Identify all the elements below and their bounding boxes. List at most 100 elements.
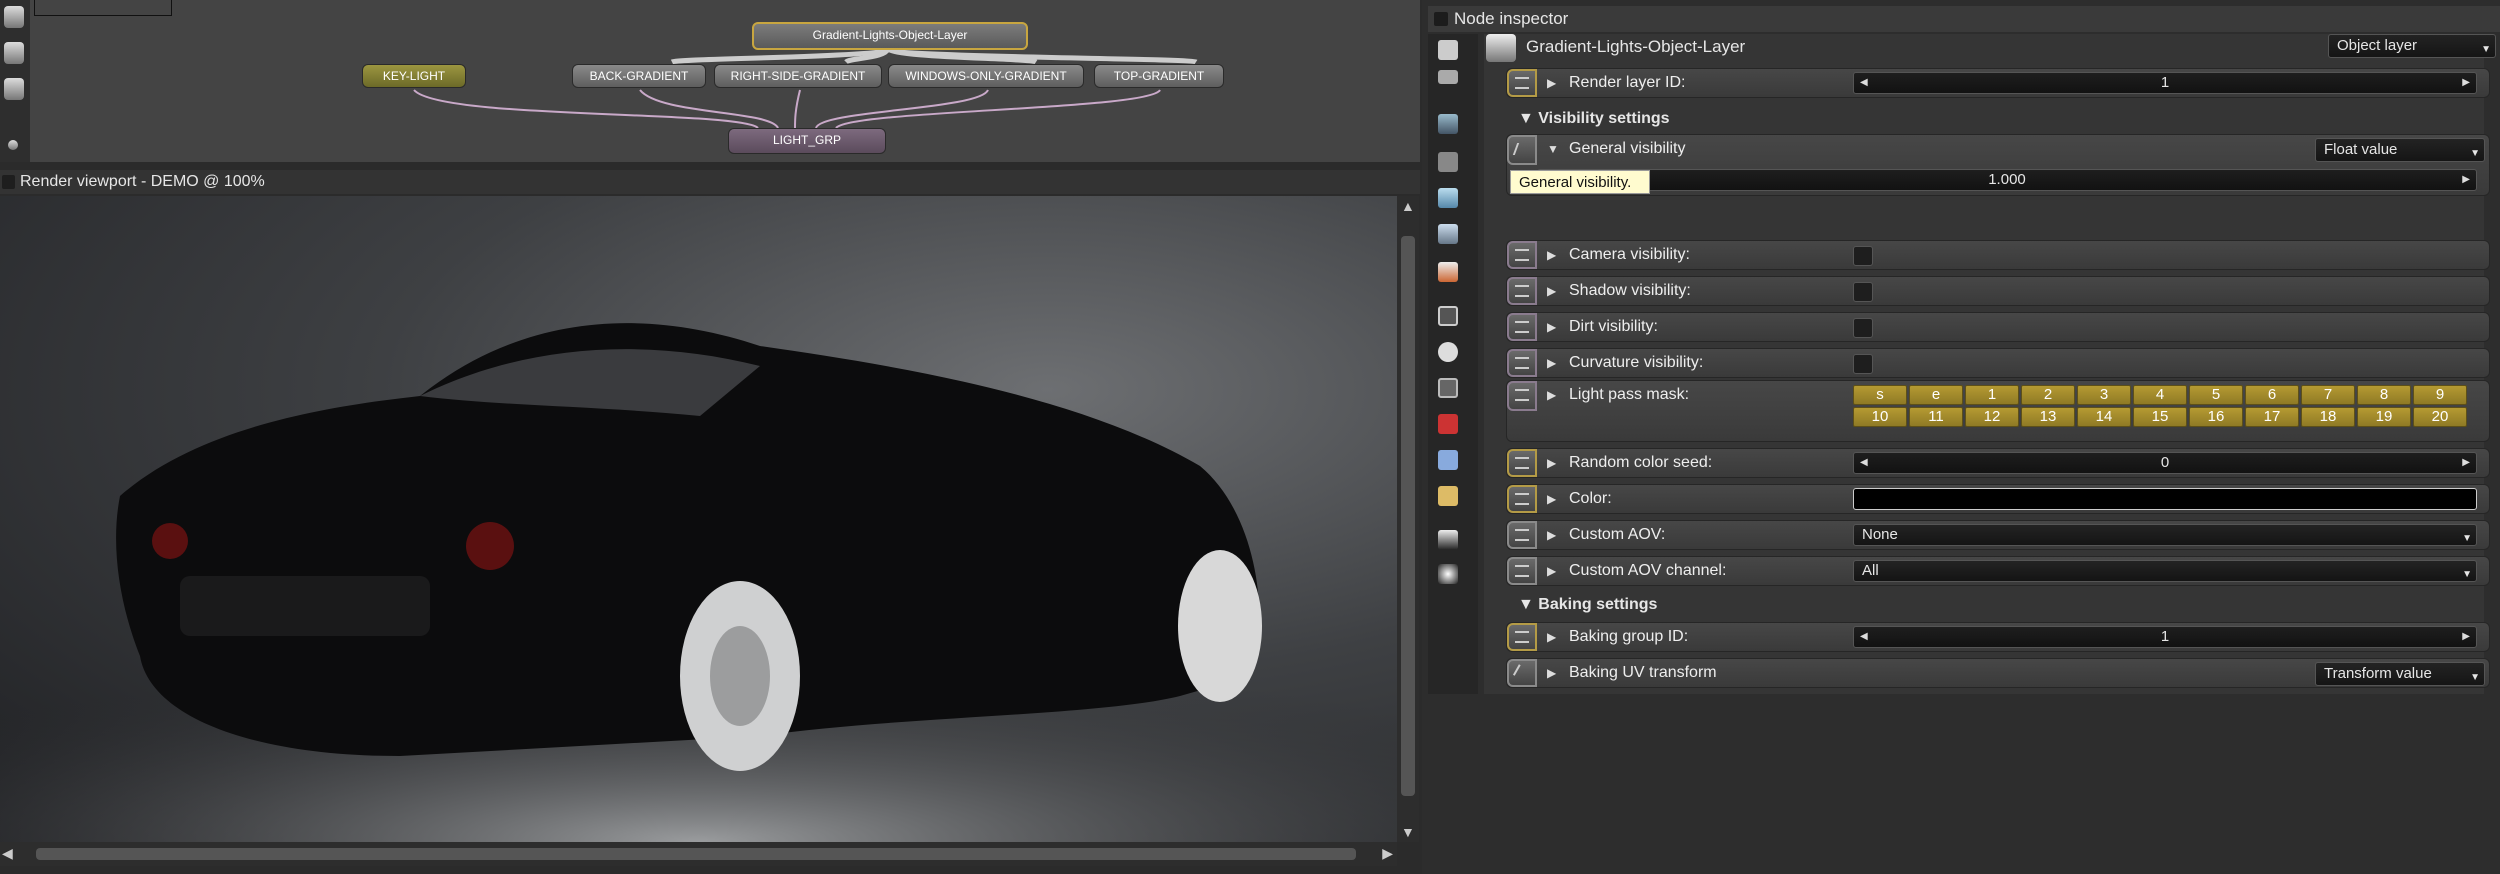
light-pass-button[interactable]: 14 bbox=[2077, 407, 2131, 427]
pin-button[interactable] bbox=[1507, 69, 1537, 97]
light-pass-button[interactable]: 12 bbox=[1965, 407, 2019, 427]
baking-uv-transform-mode-dropdown[interactable]: Transform value ▼ bbox=[2315, 662, 2485, 686]
random-color-seed-slider[interactable]: ◀ 0 ▶ bbox=[1853, 452, 2477, 474]
light-pass-button[interactable]: 2 bbox=[2021, 385, 2075, 405]
node-key-light[interactable]: KEY-LIGHT bbox=[362, 64, 466, 88]
node-right-side-gradient[interactable]: RIGHT-SIDE-GRADIENT bbox=[714, 64, 882, 88]
scroll-left-icon[interactable]: ◀ bbox=[2, 845, 13, 862]
scroll-up-icon[interactable]: ▲ bbox=[1401, 198, 1415, 214]
light-pass-button[interactable]: 16 bbox=[2189, 407, 2243, 427]
camera-visibility-checkbox[interactable] bbox=[1853, 246, 1873, 266]
light-pass-button[interactable]: 10 bbox=[1853, 407, 1907, 427]
light-pass-button[interactable]: e bbox=[1909, 385, 1963, 405]
curvature-visibility-checkbox[interactable] bbox=[1853, 354, 1873, 374]
expand-icon[interactable]: ▶ bbox=[1547, 248, 1556, 262]
scroll-down-icon[interactable]: ▼ bbox=[1401, 824, 1415, 840]
dirt-visibility-checkbox[interactable] bbox=[1853, 318, 1873, 338]
node-object-layer[interactable]: Gradient-Lights-Object-Layer bbox=[752, 22, 1028, 50]
color-swatch[interactable] bbox=[1853, 488, 2477, 510]
expand-icon[interactable]: ▶ bbox=[1547, 528, 1556, 542]
light-pass-button[interactable]: 9 bbox=[2413, 385, 2467, 405]
expand-icon[interactable]: ▶ bbox=[1547, 456, 1556, 470]
viewport-vertical-scrollbar[interactable]: ▲ ▼ bbox=[1397, 196, 1419, 842]
expand-icon[interactable]: ▶ bbox=[1547, 564, 1556, 578]
texture-icon[interactable] bbox=[1438, 378, 1458, 398]
expand-icon[interactable]: ▶ bbox=[1547, 76, 1556, 90]
light-pass-button[interactable]: 15 bbox=[2133, 407, 2187, 427]
panel-toggle[interactable] bbox=[2, 175, 15, 189]
light-pass-button[interactable]: 20 bbox=[2413, 407, 2467, 427]
render-viewport[interactable] bbox=[0, 196, 1397, 842]
general-visibility-slider[interactable]: 1.000 ▶ bbox=[1537, 169, 2477, 191]
viewport-title: Render viewport - DEMO @ 100% bbox=[20, 173, 265, 190]
light-pass-button[interactable]: 4 bbox=[2133, 385, 2187, 405]
node-graph[interactable]: Gradient-Lights-Object-Layer KEY-LIGHT B… bbox=[0, 0, 1420, 162]
pin-button[interactable] bbox=[1507, 313, 1537, 341]
expand-icon[interactable]: ▶ bbox=[1547, 388, 1556, 402]
expand-icon[interactable]: ▶ bbox=[1547, 284, 1556, 298]
light-pass-button[interactable]: 1 bbox=[1965, 385, 2019, 405]
light-pass-button[interactable]: 6 bbox=[2245, 385, 2299, 405]
expand-icon[interactable]: ▶ bbox=[1547, 630, 1556, 644]
light-pass-button[interactable]: 19 bbox=[2357, 407, 2411, 427]
light-pass-button[interactable]: 17 bbox=[2245, 407, 2299, 427]
pin-button[interactable] bbox=[1507, 485, 1537, 513]
light-pass-button[interactable]: 3 bbox=[2077, 385, 2131, 405]
scroll-right-icon[interactable]: ▶ bbox=[1382, 845, 1393, 862]
cube-yellow-icon[interactable] bbox=[1438, 486, 1458, 506]
pin-button[interactable] bbox=[1507, 381, 1537, 411]
pin-button[interactable] bbox=[1507, 277, 1537, 305]
histogram-icon[interactable] bbox=[1438, 530, 1458, 550]
material-icon[interactable] bbox=[1438, 262, 1458, 282]
light-pass-button[interactable]: 13 bbox=[2021, 407, 2075, 427]
visibility-settings-heading[interactable]: ▼ Visibility settings bbox=[1518, 110, 1670, 128]
camera-visibility-row: ▶ Camera visibility: bbox=[1506, 240, 2490, 270]
pin-button[interactable] bbox=[1507, 449, 1537, 477]
image-icon[interactable] bbox=[1438, 114, 1458, 134]
database-icon[interactable] bbox=[1438, 188, 1458, 208]
viewport-horizontal-scrollbar[interactable]: ◀ ▶ bbox=[0, 842, 1397, 866]
light-burst-icon[interactable] bbox=[1438, 564, 1458, 584]
curve-button[interactable] bbox=[1507, 135, 1537, 165]
custom-aov-channel-dropdown[interactable]: All ▼ bbox=[1853, 560, 2477, 582]
node-list-icon[interactable] bbox=[1438, 40, 1458, 60]
cube-blue-icon[interactable] bbox=[1438, 450, 1458, 470]
node-top-gradient[interactable]: TOP-GRADIENT bbox=[1094, 64, 1224, 88]
pin-button[interactable] bbox=[1507, 521, 1537, 549]
expand-icon[interactable]: ▶ bbox=[1547, 356, 1556, 370]
geometry-icon[interactable] bbox=[1438, 224, 1458, 244]
light-pass-button[interactable]: 5 bbox=[2189, 385, 2243, 405]
light-pass-button[interactable]: 11 bbox=[1909, 407, 1963, 427]
expand-icon[interactable]: ▶ bbox=[1547, 492, 1556, 506]
baking-settings-heading[interactable]: ▼ Baking settings bbox=[1518, 596, 1657, 614]
node-type-dropdown[interactable]: Object layer ▼ bbox=[2328, 34, 2496, 58]
expand-icon[interactable]: ▶ bbox=[1547, 320, 1556, 334]
custom-aov-dropdown[interactable]: None ▼ bbox=[1853, 524, 2477, 546]
panel-toggle[interactable] bbox=[1434, 12, 1448, 26]
cube-red-icon[interactable] bbox=[1438, 414, 1458, 434]
transform-button[interactable] bbox=[1507, 659, 1537, 687]
clock-icon[interactable] bbox=[1438, 342, 1458, 362]
camera-icon[interactable] bbox=[1438, 152, 1458, 172]
render-layer-id-row: ▶ Render layer ID: ◀ 1 ▶ bbox=[1506, 68, 2490, 98]
random-color-seed-row: ▶ Random color seed: ◀ 0 ▶ bbox=[1506, 448, 2490, 478]
pin-button[interactable] bbox=[1507, 623, 1537, 651]
layers-icon[interactable] bbox=[1438, 70, 1458, 84]
node-windows-only-gradient[interactable]: WINDOWS-ONLY-GRADIENT bbox=[888, 64, 1084, 88]
light-pass-button[interactable]: 18 bbox=[2301, 407, 2355, 427]
node-back-gradient[interactable]: BACK-GRADIENT bbox=[572, 64, 706, 88]
expand-icon[interactable]: ▶ bbox=[1547, 666, 1556, 680]
baking-group-id-slider[interactable]: ◀ 1 ▶ bbox=[1853, 626, 2477, 648]
light-pass-button[interactable]: 8 bbox=[2357, 385, 2411, 405]
node-light-grp[interactable]: LIGHT_GRP bbox=[728, 128, 886, 154]
render-layer-id-slider[interactable]: ◀ 1 ▶ bbox=[1853, 72, 2477, 94]
general-visibility-mode-dropdown[interactable]: Float value ▼ bbox=[2315, 138, 2485, 162]
pin-button[interactable] bbox=[1507, 557, 1537, 585]
light-pass-button[interactable]: s bbox=[1853, 385, 1907, 405]
pin-button[interactable] bbox=[1507, 349, 1537, 377]
light-pass-button[interactable]: 7 bbox=[2301, 385, 2355, 405]
shadow-visibility-checkbox[interactable] bbox=[1853, 282, 1873, 302]
pin-button[interactable] bbox=[1507, 241, 1537, 269]
frame-icon[interactable] bbox=[1438, 306, 1458, 326]
collapse-icon[interactable]: ▼ bbox=[1547, 142, 1559, 156]
